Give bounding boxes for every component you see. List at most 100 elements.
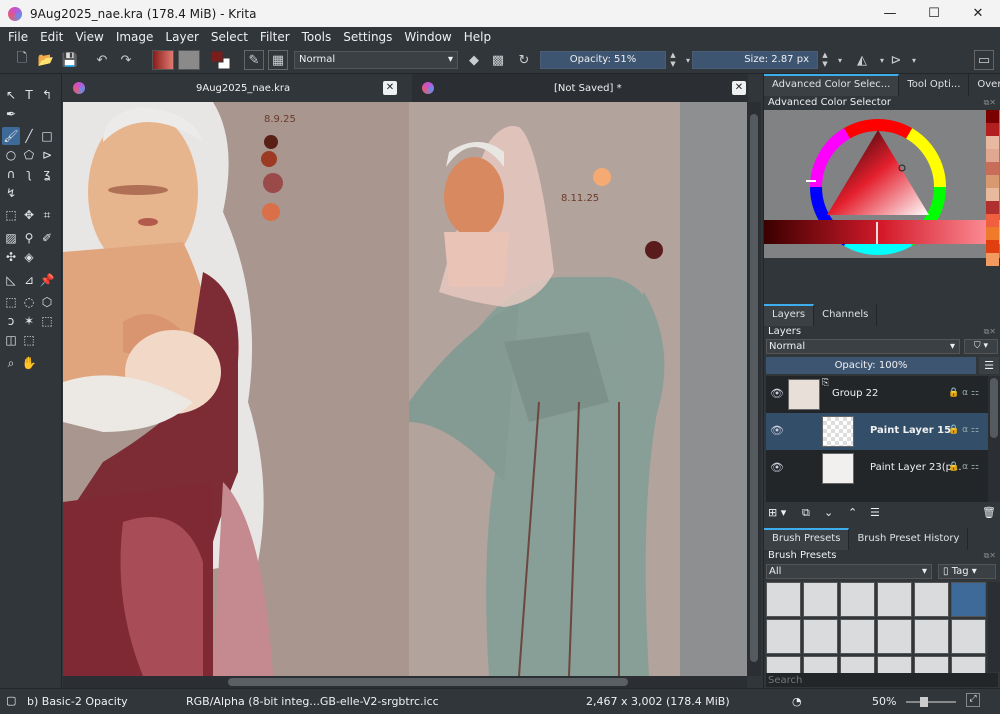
close-window-button[interactable]: ✕ [956, 0, 1000, 27]
reference-tool-icon[interactable]: 📌 [38, 271, 56, 289]
rectangle-tool-icon[interactable]: □ [38, 127, 56, 145]
visibility-eye-icon[interactable]: 👁 [770, 387, 784, 401]
zoom-slider[interactable] [906, 697, 956, 707]
menu-window[interactable]: Window [400, 30, 455, 44]
history-swatch[interactable] [986, 149, 999, 162]
history-swatch[interactable] [986, 240, 999, 253]
brush-preset-bristles[interactable] [840, 619, 875, 654]
move-tool-icon[interactable]: ✥ [20, 206, 38, 224]
dock-float-close-icons[interactable]: ⧉✕ [984, 98, 996, 108]
tab-document-2[interactable]: [Not Saved] * ✕ [412, 74, 748, 102]
layer-opacity-slider[interactable]: Opacity: 100% [766, 357, 976, 374]
fill-tool-icon[interactable]: ◈ [20, 248, 38, 266]
color-selector-area[interactable] [764, 110, 1000, 258]
tab-brush-preset-history[interactable]: Brush Preset History [849, 528, 969, 550]
gradient-tool-icon[interactable]: ▨ [2, 229, 20, 247]
layer-row[interactable]: 👁 Paint Layer 23(p... 🔒 α ⚏ [766, 450, 988, 487]
dock-float-close-icons[interactable]: ⧉✕ [984, 327, 996, 337]
new-document-icon[interactable]: 🗋 [12, 50, 32, 70]
fg-bg-color-swatch[interactable] [210, 50, 232, 70]
tab-overview[interactable]: Overvi... [969, 74, 1000, 96]
brush-preset[interactable] [840, 656, 875, 674]
brush-preset[interactable] [877, 656, 912, 674]
tab-document-1[interactable]: 9Aug2025_nae.kra ✕ [63, 74, 409, 102]
brush-preset[interactable] [766, 656, 801, 674]
pan-tool-icon[interactable]: ✋ [20, 354, 38, 372]
brush-preset-pen[interactable] [914, 582, 949, 617]
history-swatch[interactable] [986, 188, 999, 201]
tab-layers[interactable]: Layers [764, 304, 815, 326]
add-layer-icon[interactable]: ⊞ ▾ [768, 506, 786, 519]
freehand-brush-tool-icon[interactable]: 🖌 [2, 127, 20, 145]
multibrush-tool-icon[interactable]: ↯ [2, 184, 20, 202]
edit-shapes-tool-icon[interactable]: ↰ [38, 86, 56, 104]
color-slider-handle[interactable] [876, 222, 878, 244]
size-dropdown-icon[interactable]: ▾ [830, 50, 850, 70]
menu-view[interactable]: View [71, 30, 107, 44]
brush-grid-icon[interactable]: ▦ [268, 50, 288, 70]
zoom-tool-icon[interactable]: ⌕ [2, 354, 20, 372]
menu-help[interactable]: Help [460, 30, 495, 44]
duplicate-layer-icon[interactable]: ⧉ [802, 506, 810, 520]
dock-float-close-icons[interactable]: ⧉✕ [984, 551, 996, 561]
eraser-mode-icon[interactable]: ◆ [464, 50, 484, 70]
mirror-v-dropdown-icon[interactable]: ▾ [904, 50, 924, 70]
brush-preset-ink[interactable] [877, 582, 912, 617]
brush-preset-fine-pen[interactable] [951, 619, 986, 654]
opacity-spinner[interactable]: ▲ ▼ [668, 51, 678, 69]
visibility-eye-icon[interactable]: 👁 [770, 461, 784, 475]
close-tab-2-button[interactable]: ✕ [732, 81, 746, 95]
vertical-scroll-thumb[interactable] [750, 114, 758, 662]
brush-preset-smudge[interactable] [803, 619, 838, 654]
tab-brush-presets[interactable]: Brush Presets [764, 528, 850, 550]
line-tool-icon[interactable]: ╱ [20, 127, 38, 145]
blend-mode-select[interactable]: Normal ▾ [294, 51, 458, 69]
layer-row[interactable]: 👁 ⎘ Group 22 🔒 α ⚏ [766, 376, 988, 413]
history-swatch[interactable] [986, 110, 999, 123]
mirror-horizontal-icon[interactable]: ◭ [852, 50, 872, 70]
menu-settings[interactable]: Settings [339, 30, 396, 44]
fit-page-icon[interactable]: ⤢ [966, 693, 980, 707]
menu-select[interactable]: Select [207, 30, 252, 44]
visibility-eye-icon[interactable]: 👁 [770, 424, 784, 438]
brush-preset-basic-opacity[interactable] [951, 582, 986, 617]
layers-scrollbar[interactable] [988, 376, 1000, 502]
brush-preset-marker[interactable] [803, 582, 838, 617]
ellipse-select-tool-icon[interactable]: ◌ [20, 293, 38, 311]
polyline-tool-icon[interactable]: ⊳ [38, 146, 56, 164]
brush-preset[interactable] [914, 656, 949, 674]
measure-tool-icon[interactable]: ⊿ [20, 271, 38, 289]
maximize-button[interactable]: ☐ [912, 0, 956, 27]
color-slider-bar[interactable] [764, 220, 1000, 244]
gradient-swatch[interactable] [152, 50, 174, 70]
menu-image[interactable]: Image [112, 30, 158, 44]
brush-preset-icon[interactable]: ✎ [244, 50, 264, 70]
open-document-icon[interactable]: 📂 [36, 50, 56, 70]
assistant-tool-icon[interactable]: ◺ [2, 271, 20, 289]
history-swatch[interactable] [986, 227, 999, 240]
rect-select-tool-icon[interactable]: ⬚ [2, 293, 20, 311]
redo-icon[interactable]: ↷ [116, 50, 136, 70]
brush-grid-scrollbar[interactable] [988, 582, 1000, 672]
tab-channels[interactable]: Channels [814, 304, 878, 326]
colorize-mask-tool-icon[interactable]: ✣ [2, 248, 20, 266]
brush-preset-pencil[interactable] [877, 619, 912, 654]
tab-advanced-color-selector[interactable]: Advanced Color Selec... [764, 74, 900, 96]
bezier-tool-icon[interactable]: ∩ [2, 165, 20, 183]
text-tool-icon[interactable]: T [20, 86, 38, 104]
layer-filter-button[interactable]: ⛉ ▾ [964, 339, 998, 354]
layer-row[interactable]: 👁 Paint Layer 15 🔒 α ⚏ [766, 413, 988, 450]
history-swatch[interactable] [986, 175, 999, 188]
delete-layer-icon[interactable]: 🗑 [982, 506, 996, 519]
move-layer-up-icon[interactable]: ⌃ [848, 506, 857, 519]
history-swatch[interactable] [986, 162, 999, 175]
history-swatch[interactable] [986, 214, 999, 227]
magnetic-select-tool-icon[interactable]: ⬚ [20, 331, 38, 349]
close-tab-1-button[interactable]: ✕ [383, 81, 397, 95]
lock-alpha-icons[interactable]: 🔒 α ⚏ [948, 388, 979, 398]
history-swatch[interactable] [986, 123, 999, 136]
brush-search-input[interactable] [766, 673, 998, 687]
polygon-select-tool-icon[interactable]: ⬡ [38, 293, 56, 311]
crop-tool-icon[interactable]: ⌗ [38, 206, 56, 224]
lock-alpha-icons[interactable]: 🔒 α ⚏ [948, 462, 979, 472]
